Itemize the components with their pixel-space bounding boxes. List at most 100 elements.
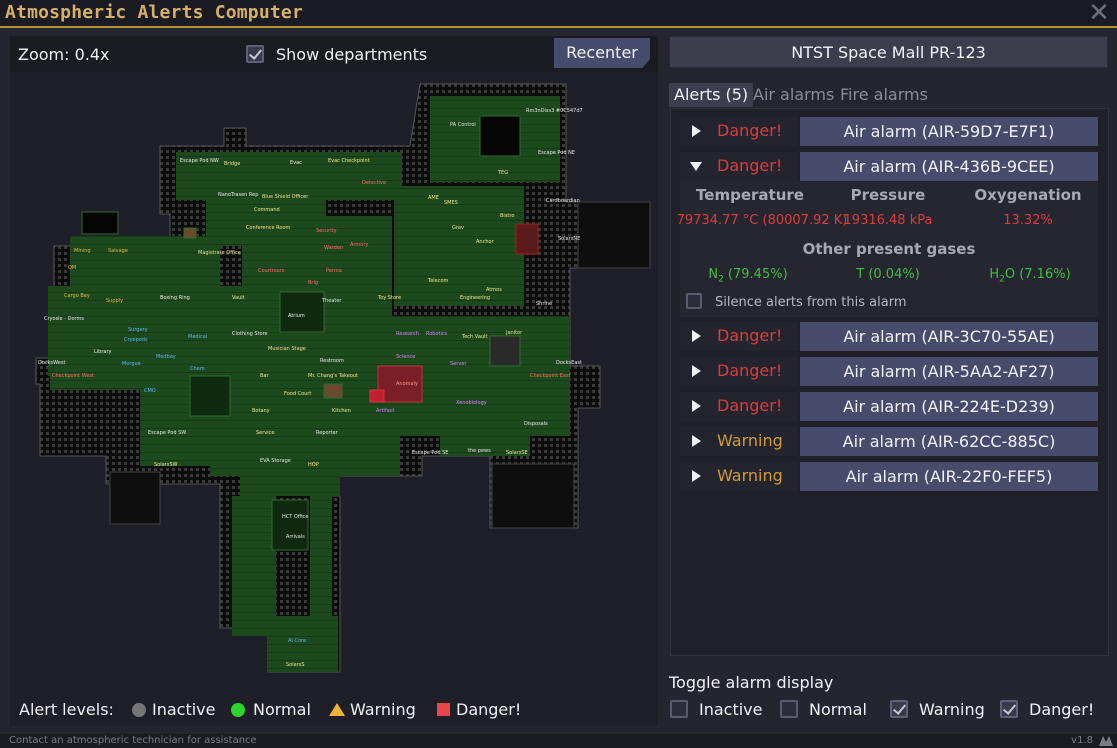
expand-toggle[interactable]: Warning <box>680 427 798 456</box>
title-bar[interactable]: Atmospheric Alerts Computer ✕ <box>0 0 1117 28</box>
toggle-inactive-label[interactable]: Inactive <box>699 700 763 719</box>
map-label: the pews <box>468 448 491 454</box>
gas-n2: N2 (79.45%) <box>708 267 788 285</box>
tab-fire-alarms[interactable]: Fire alarms <box>835 83 933 107</box>
map-label: Checkpoint West <box>52 373 94 379</box>
alert-row: Danger! Air alarm (AIR-3C70-55AE) <box>680 322 1098 351</box>
chevron-right-icon <box>692 125 701 137</box>
map-label: Service <box>256 430 274 436</box>
silence-checkbox[interactable] <box>686 293 702 309</box>
alert-level: Warning <box>717 466 783 485</box>
map-label: Mr. Chang's Takeout <box>308 373 358 379</box>
alert-row: Danger! Air alarm (AIR-436B-9CEE) <box>680 152 1098 181</box>
station-map[interactable]: Escape Pod NW Bridge Evac Evac Checkpoin… <box>10 36 658 686</box>
tab-air-alarms[interactable]: Air alarms <box>748 83 839 107</box>
map-label: Perma <box>326 268 342 274</box>
map-label: SMES <box>444 200 458 206</box>
toggle-warning-label[interactable]: Warning <box>919 700 985 719</box>
map-label: Clothing Store <box>232 331 268 337</box>
inactive-legend-icon <box>132 703 146 717</box>
warning-legend-icon <box>329 703 345 716</box>
map-label: Theater <box>321 298 342 304</box>
toggle-danger-label[interactable]: Danger! <box>1029 700 1094 719</box>
map-label: Brig <box>308 280 318 286</box>
map-label: Restroom <box>320 358 344 364</box>
map-label: Cardboardian <box>546 198 580 204</box>
expand-toggle[interactable]: Danger! <box>680 152 798 181</box>
map-label: EVA Storage <box>260 458 291 464</box>
alarm-name-button[interactable]: Air alarm (AIR-436B-9CEE) <box>800 152 1098 181</box>
map-label: Escape Pod SE <box>412 450 448 456</box>
map-label: SolarsS <box>286 662 305 668</box>
alert-level: Danger! <box>717 396 783 415</box>
map-label: Boxing Ring <box>160 295 190 301</box>
toggle-inactive-checkbox[interactable] <box>670 700 688 718</box>
map-label: Checkpoint East <box>530 373 571 379</box>
chevron-right-icon <box>692 470 701 482</box>
map-label: AI Core <box>288 638 306 644</box>
alarm-name-button[interactable]: Air alarm (AIR-62CC-885C) <box>800 427 1098 456</box>
map-label: SolarsSW <box>154 462 178 468</box>
map-label: QM <box>68 265 76 271</box>
expand-toggle[interactable]: Danger! <box>680 357 798 386</box>
map-label: Robotics <box>426 331 448 337</box>
map-label: AME <box>428 195 439 201</box>
map-label: Evac <box>290 160 302 166</box>
toggle-danger-checkbox[interactable] <box>1000 700 1018 718</box>
toggle-alarm-display-title: Toggle alarm display <box>669 673 834 692</box>
alarm-name-button[interactable]: Air alarm (AIR-22F0-FEF5) <box>800 462 1098 491</box>
pressure-value: 19316.48 kPa <box>843 213 933 228</box>
map-label: Xenobiology <box>456 400 487 406</box>
map-label: Magistrate Office <box>198 250 241 256</box>
map-label: Medbay <box>156 354 176 360</box>
map-label: Evac Checkpoint <box>328 158 370 164</box>
toggle-warning-checkbox[interactable] <box>890 700 908 718</box>
map-label: Atrium <box>288 313 305 319</box>
alert-row: Warning Air alarm (AIR-22F0-FEF5) <box>680 462 1098 491</box>
alert-row: Danger! Air alarm (AIR-224E-D239) <box>680 392 1098 421</box>
alarm-name-button[interactable]: Air alarm (AIR-3C70-55AE) <box>800 322 1098 351</box>
map-label: Vault <box>232 295 245 301</box>
gas-t: T (0.04%) <box>856 267 920 282</box>
toggle-normal-checkbox[interactable] <box>780 700 798 718</box>
normal-legend-icon <box>231 703 245 717</box>
temperature-header: Temperature <box>696 186 804 204</box>
pressure-header: Pressure <box>850 186 926 204</box>
map-label: Chem <box>190 366 205 372</box>
expand-toggle[interactable]: Warning <box>680 462 798 491</box>
map-label: CMO <box>144 388 156 394</box>
alarm-name-button[interactable]: Air alarm (AIR-59D7-E7F1) <box>800 117 1098 146</box>
map-label: Security <box>316 228 337 234</box>
alarm-name-button[interactable]: Air alarm (AIR-224E-D239) <box>800 392 1098 421</box>
toggle-normal-label[interactable]: Normal <box>809 700 867 719</box>
alert-row: Danger! Air alarm (AIR-59D7-E7F1) <box>680 117 1098 146</box>
window-title: Atmospheric Alerts Computer <box>5 2 303 23</box>
oxygenation-header: Oxygenation <box>974 186 1082 204</box>
map-label: Escape Pod SW <box>148 430 186 436</box>
expand-toggle[interactable]: Danger! <box>680 322 798 351</box>
alert-level: Danger! <box>717 156 783 175</box>
expand-toggle[interactable]: Danger! <box>680 392 798 421</box>
tab-alerts[interactable]: Alerts (5) <box>669 83 754 107</box>
silence-label[interactable]: Silence alerts from this alarm <box>715 295 906 310</box>
gas-h2o: H2O (7.16%) <box>989 267 1071 285</box>
map-label: Courtroom <box>258 268 285 274</box>
legend-warning-label: Warning <box>350 700 416 719</box>
expand-toggle[interactable]: Danger! <box>680 117 798 146</box>
chevron-down-icon <box>690 162 702 171</box>
map-label: Command <box>254 207 280 213</box>
temperature-value: 79734.77 °C (80007.92 K) <box>676 213 848 228</box>
danger-legend-icon <box>437 703 450 716</box>
legend-inactive-label: Inactive <box>152 700 216 719</box>
alert-detail-panel: Temperature Pressure Oxygenation 79734.7… <box>677 181 1098 317</box>
map-label: Rm3nDiss3 #0C547d7 <box>526 108 583 114</box>
map-label: Shrine <box>536 301 552 307</box>
close-icon[interactable]: ✕ <box>1087 0 1111 26</box>
map-label: Atmos <box>486 287 502 293</box>
map-label: Salvage <box>108 248 128 254</box>
alarm-name-button[interactable]: Air alarm (AIR-5AA2-AF27) <box>800 357 1098 386</box>
version-label: v1.8 <box>1071 735 1093 746</box>
legend-danger-label: Danger! <box>456 700 522 719</box>
alert-levels-legend-title: Alert levels: <box>19 700 114 719</box>
atmos-alerts-window: Atmospheric Alerts Computer ✕ Zoom: 0.4x… <box>0 0 1117 748</box>
